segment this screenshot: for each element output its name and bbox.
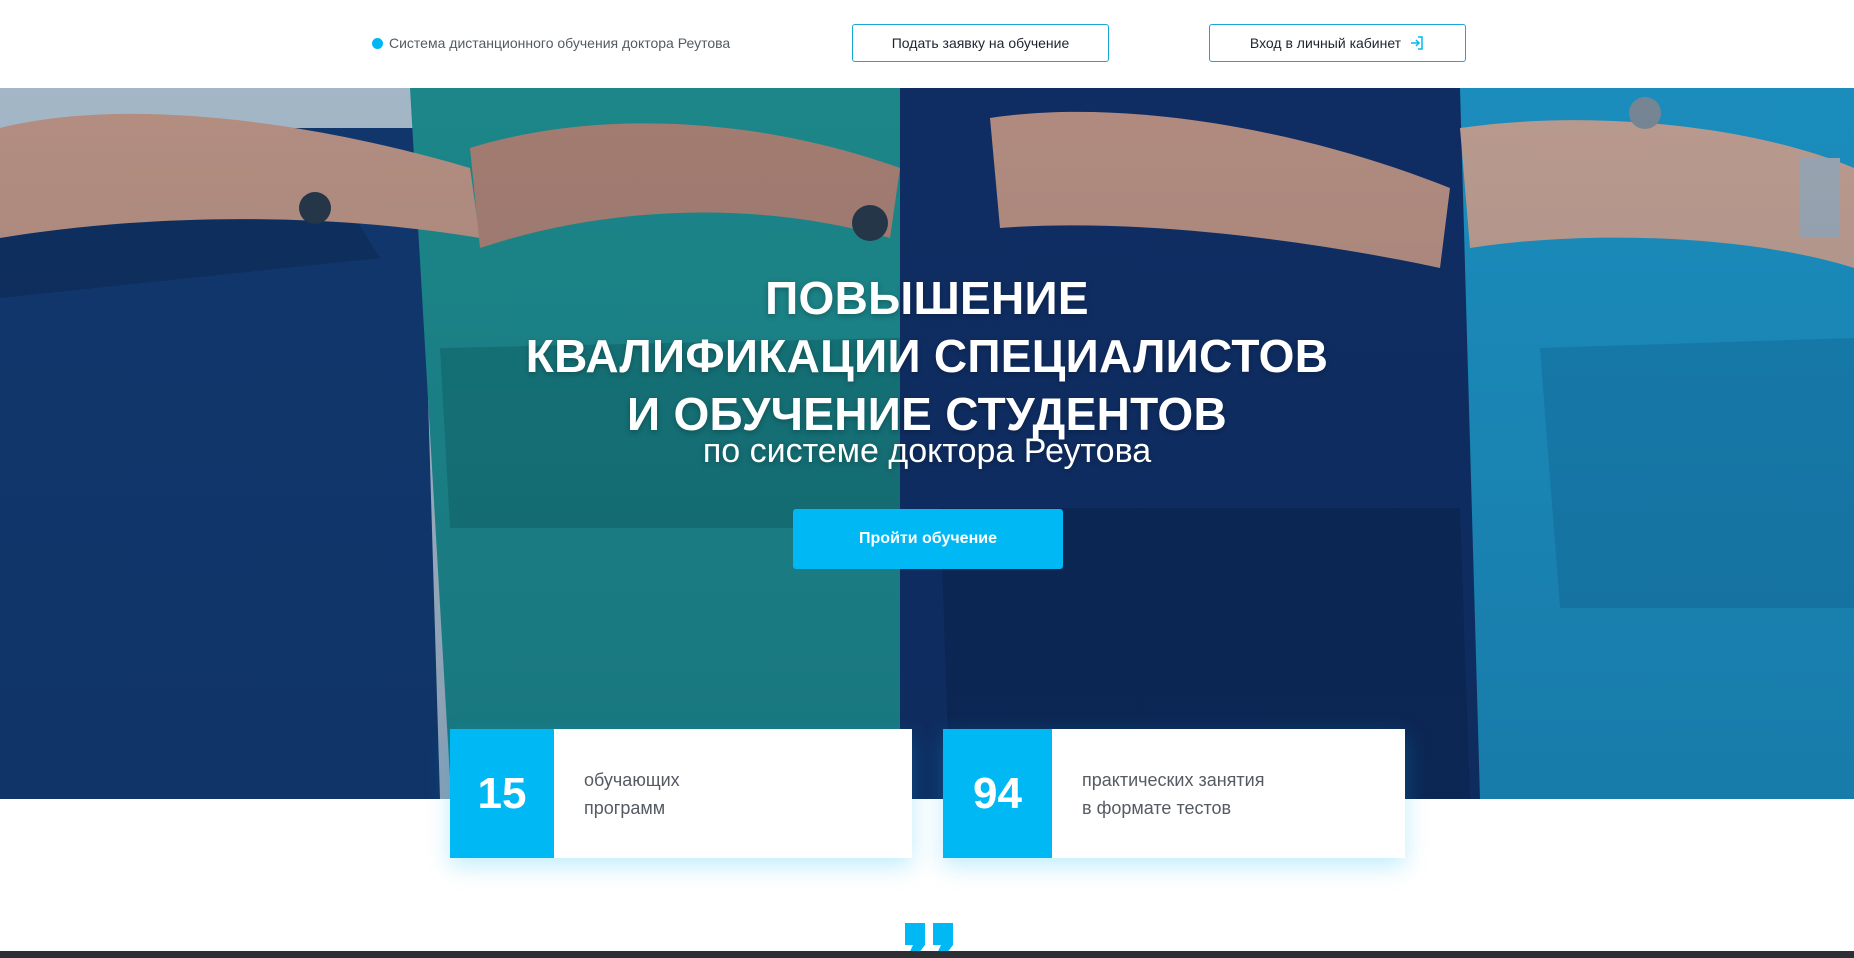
bottom-section-edge (0, 951, 1854, 958)
site-header: Система дистанционного обучения доктора … (0, 0, 1854, 88)
hero-subtitle: по системе доктора Реутова (702, 432, 1152, 470)
login-button-label: Вход в личный кабинет (1249, 35, 1402, 51)
dot-icon (372, 37, 383, 49)
stat-line: программ (584, 797, 666, 818)
stat-number: 94 (943, 729, 1052, 858)
stat-line: в формате тестов (1082, 797, 1232, 818)
hero-title: ПОВЫШЕНИЕ КВАЛИФИКАЦИИ СПЕЦИАЛИСТОВ И ОБ… (0, 269, 1854, 443)
hero-section: ПОВЫШЕНИЕ КВАЛИФИКАЦИИ СПЕЦИАЛИСТОВ И ОБ… (0, 88, 1854, 799)
login-arrow-icon (1411, 36, 1423, 50)
stat-description: обучающих программ (554, 729, 680, 858)
hero-title-line: ПОВЫШЕНИЕ (765, 271, 1089, 324)
stat-card-programs: 15 обучающих программ (450, 729, 912, 858)
stat-number: 15 (450, 729, 554, 858)
start-training-button[interactable]: Пройти обучение (793, 509, 1063, 569)
apply-button[interactable]: Подать заявку на обучение (852, 24, 1109, 62)
stat-description: практических занятия в формате тестов (1052, 729, 1264, 858)
stat-line: обучающих (584, 769, 680, 790)
brand[interactable]: Система дистанционного обучения доктора … (372, 35, 730, 51)
stat-card-practice: 94 практических занятия в формате тестов (943, 729, 1405, 858)
login-button[interactable]: Вход в личный кабинет (1209, 24, 1466, 62)
apply-button-label: Подать заявку на обучение (891, 35, 1070, 51)
stat-line: практических занятия (1082, 769, 1265, 790)
brand-text: Система дистанционного обучения доктора … (389, 35, 731, 51)
hero-title-line: КВАЛИФИКАЦИИ СПЕЦИАЛИСТОВ (525, 329, 1329, 382)
